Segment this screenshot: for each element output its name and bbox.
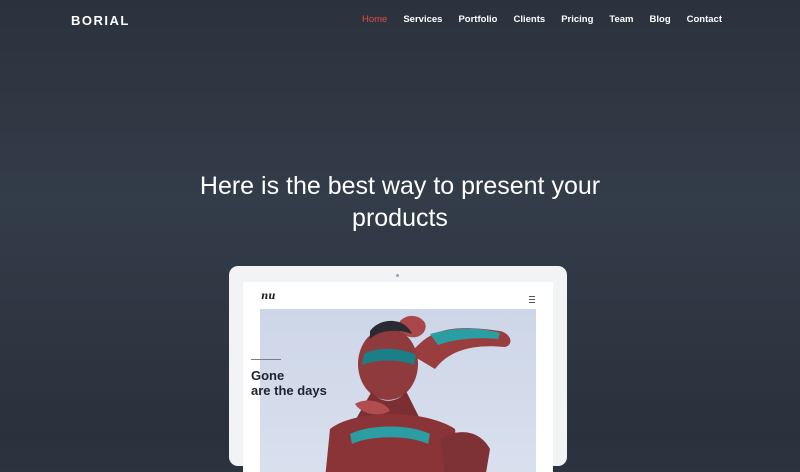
brand-logo[interactable]: BORIAL	[71, 13, 130, 28]
tablet-screen: nu Gone are the days	[243, 282, 553, 472]
decorative-line	[251, 359, 281, 360]
top-navigation-bar: BORIAL Home Services Portfolio Clients P…	[0, 0, 800, 42]
mockup-headline-line-2: are the days	[251, 383, 327, 398]
hero-title-line-2: products	[352, 203, 448, 232]
mockup-headline-line-1: Gone	[251, 368, 285, 383]
nav-item-blog[interactable]: Blog	[650, 14, 671, 25]
nav-item-services[interactable]: Services	[403, 14, 442, 25]
camera-dot-icon	[396, 274, 399, 277]
nav-item-home[interactable]: Home	[362, 14, 387, 25]
hamburger-menu-icon	[529, 296, 535, 303]
main-nav: Home Services Portfolio Clients Pricing …	[346, 14, 722, 25]
nav-item-team[interactable]: Team	[609, 14, 633, 25]
mockup-headline: Gone are the days	[251, 368, 327, 398]
hero-title: Here is the best way to present your pro…	[150, 170, 650, 234]
hero-title-line-1: Here is the best way to present your	[199, 171, 601, 200]
nav-item-clients[interactable]: Clients	[514, 14, 546, 25]
nav-item-contact[interactable]: Contact	[687, 14, 722, 25]
nav-item-portfolio[interactable]: Portfolio	[458, 14, 497, 25]
mockup-site-logo: nu	[261, 291, 276, 302]
tablet-mockup: nu Gone are the days	[229, 266, 567, 472]
nav-item-pricing[interactable]: Pricing	[561, 14, 593, 25]
